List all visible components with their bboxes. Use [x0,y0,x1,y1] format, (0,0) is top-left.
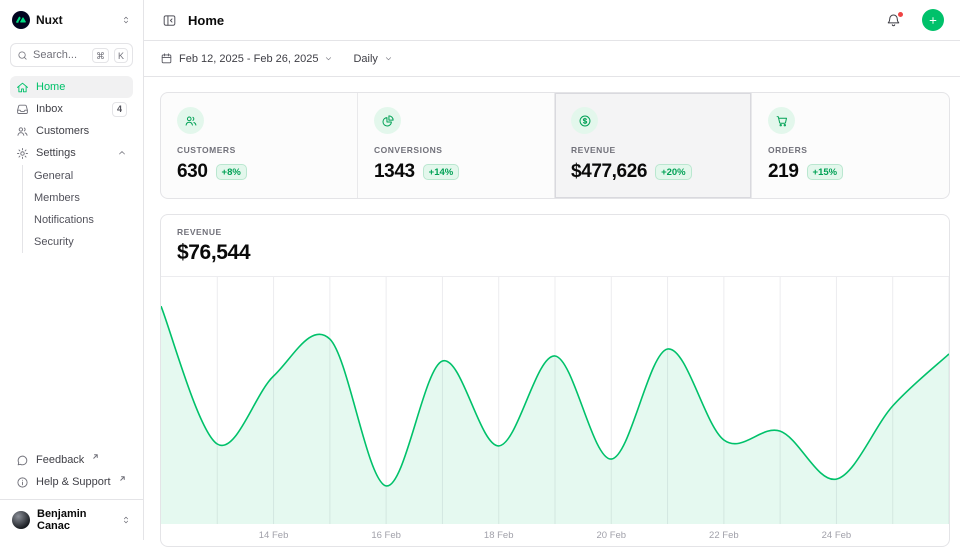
workspace-switcher[interactable]: Nuxt [10,8,133,32]
sidebar-spacer [10,254,133,449]
stat-value: 219 [768,161,799,183]
stat-card-conversions[interactable]: CONVERSIONS 1343 +14% [358,93,555,198]
stat-delta-badge: +15% [807,164,844,180]
axis-tick-label: 24 Feb [822,530,852,541]
sidebar-item-members[interactable]: Members [23,187,133,209]
workspace-name: Nuxt [36,13,63,27]
sidebar-nav: Home Inbox 4 Customers Settings [10,76,133,254]
search-icon [17,50,28,61]
user-menu[interactable]: Benjamin Canac [0,499,143,540]
stat-value: $477,626 [571,161,647,183]
chevron-down-icon [384,54,393,63]
chart-pie-icon [374,107,401,134]
search-placeholder: Search... [33,49,87,61]
stat-delta-badge: +8% [216,164,247,180]
stats-row: CUSTOMERS 630 +8% CONVERSIONS 1343 +14% [160,92,950,199]
sidebar-item-notifications[interactable]: Notifications [23,209,133,231]
chevron-up-down-icon [121,15,131,25]
kbd-k: K [114,48,128,63]
search-input[interactable]: Search... ⌘ K [10,43,133,67]
notifications-button[interactable] [884,11,903,30]
chart-x-axis: 14 Feb 16 Feb 18 Feb 20 Feb 22 Feb 24 Feb [161,524,949,546]
dashboard-content: CUSTOMERS 630 +8% CONVERSIONS 1343 +14% [144,77,960,540]
sidebar-item-feedback[interactable]: Feedback [10,449,133,471]
chart-plot-area[interactable] [161,277,949,524]
notification-dot [897,11,904,18]
chevron-up-icon [117,148,127,158]
sidebar-item-settings[interactable]: Settings [10,142,133,164]
stat-label: CONVERSIONS [374,145,538,155]
main-area: Home Feb 12, 2025 - Feb 26, 2025 Daily [144,0,960,540]
sidebar-item-help-support[interactable]: Help & Support [10,471,133,493]
currency-dollar-icon [571,107,598,134]
stat-value: 1343 [374,161,415,183]
stat-delta-badge: +14% [423,164,460,180]
info-circle-icon [16,476,29,489]
sidebar-item-label: Inbox [36,103,63,115]
inbox-count-badge: 4 [112,102,127,117]
revenue-area-chart[interactable] [161,277,949,524]
stat-label: REVENUE [571,145,735,155]
period-select[interactable]: Daily [353,53,392,65]
stat-card-revenue[interactable]: REVENUE $477,626 +20% [555,93,752,198]
filter-toolbar: Feb 12, 2025 - Feb 26, 2025 Daily [144,41,960,77]
chat-bubble-icon [16,454,29,467]
stat-label: ORDERS [768,145,933,155]
page-title: Home [188,13,224,28]
nuxt-logo-icon [12,11,30,29]
app-window: Nuxt Search... ⌘ K Home [0,0,960,540]
chart-value: $76,544 [177,241,933,265]
external-link-icon [92,453,99,460]
sidebar-item-label: Home [36,81,65,93]
axis-tick-label: 16 Feb [371,530,401,541]
sidebar-footer-nav: Feedback Help & Support [10,449,133,493]
sidebar-item-label: Customers [36,125,89,137]
add-button[interactable] [922,9,944,31]
stat-card-orders[interactable]: ORDERS 219 +15% [752,93,949,198]
chevron-down-icon [324,54,333,63]
axis-tick-label: 18 Feb [484,530,514,541]
sidebar-item-security[interactable]: Security [23,231,133,253]
axis-tick-label: 14 Feb [259,530,289,541]
home-icon [16,81,29,94]
calendar-icon [160,52,173,65]
avatar [12,511,30,529]
axis-tick-label: 20 Feb [596,530,626,541]
inbox-icon [16,103,29,116]
sidebar-item-inbox[interactable]: Inbox 4 [10,98,133,120]
collapse-sidebar-button[interactable] [160,11,179,30]
sidebar-item-label: Feedback [36,454,84,466]
users-icon [177,107,204,134]
page-header: Home [144,0,960,41]
gear-icon [16,147,29,160]
users-icon [16,125,29,138]
sidebar-item-home[interactable]: Home [10,76,133,98]
kbd-meta: ⌘ [92,48,109,63]
sidebar-item-label: Settings [36,147,76,159]
period-label: Daily [353,53,377,65]
shopping-cart-icon [768,107,795,134]
stat-delta-badge: +20% [655,164,692,180]
revenue-chart-card: REVENUE $76,544 14 Feb 16 Feb 18 Feb 20 Feb… [160,214,950,547]
stat-card-customers[interactable]: CUSTOMERS 630 +8% [161,93,358,198]
axis-tick-label: 22 Feb [709,530,739,541]
stat-value: 630 [177,161,208,183]
date-range-label: Feb 12, 2025 - Feb 26, 2025 [179,53,318,65]
sidebar: Nuxt Search... ⌘ K Home [0,0,144,540]
chart-label: REVENUE [177,227,933,237]
stat-label: CUSTOMERS [177,145,341,155]
settings-submenu: General Members Notifications Security [22,165,133,253]
chart-header: REVENUE $76,544 [161,215,949,277]
user-name: Benjamin Canac [37,508,114,532]
sidebar-item-customers[interactable]: Customers [10,120,133,142]
date-range-picker[interactable]: Feb 12, 2025 - Feb 26, 2025 [160,52,333,65]
chevron-up-down-icon [121,515,131,525]
sidebar-item-general[interactable]: General [23,165,133,187]
external-link-icon [119,475,126,482]
sidebar-item-label: Help & Support [36,476,111,488]
